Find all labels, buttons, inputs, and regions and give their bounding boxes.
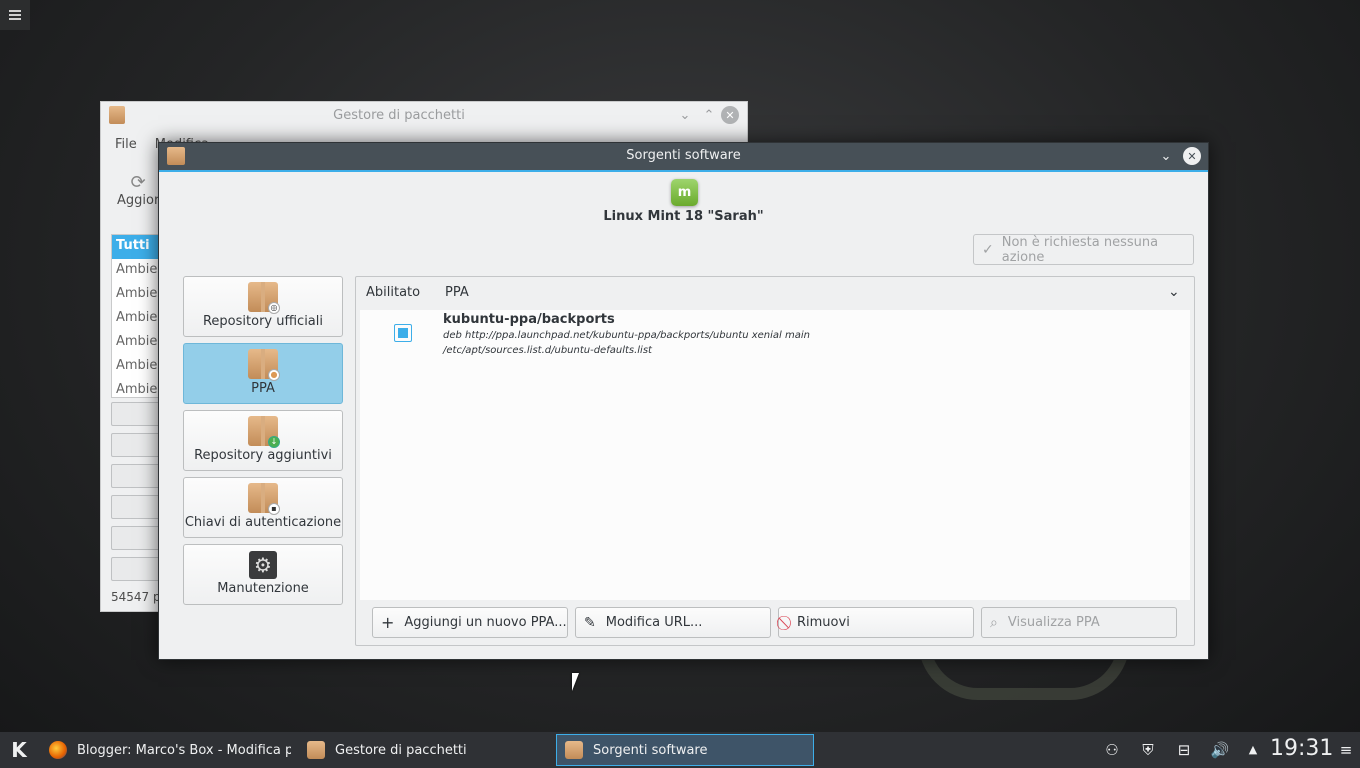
refresh-icon: ⟳ [130,172,146,193]
software-sources-dialog[interactable]: Sorgenti software ⌄ ✕ m Linux Mint 18 "S… [158,142,1209,660]
table-row[interactable]: kubuntu-ppa/backports deb http://ppa.lau… [360,310,1190,360]
minimize-icon[interactable]: ⌄ [1157,147,1175,165]
volume-icon[interactable]: 🔊 [1210,740,1230,760]
package-manager-titlebar[interactable]: Gestore di pacchetti ⌄ ⌃ ✕ [101,102,747,128]
kde-start-menu-icon[interactable]: K [6,736,32,764]
maintenance-gear-icon: ⚙ [249,551,277,579]
hamburger-icon [9,10,21,20]
task-label: Gestore di pacchetti [335,742,467,758]
edit-url-button[interactable]: ✎ Modifica URL... [575,607,771,638]
sidebar-item-official-repositories[interactable]: ◎ Repository ufficiali [183,276,343,337]
update-toolbar-button[interactable]: ⟳ Aggior [117,172,159,208]
remove-button[interactable]: ⃠ Rimuovi [778,607,974,638]
sidebar-item-label: Repository aggiuntivi [194,448,332,463]
update-label: Aggior [117,193,160,208]
ppa-deb-line: deb http://ppa.launchpad.net/kubuntu-ppa… [443,330,810,341]
panel-menu-icon[interactable]: ≡ [1336,740,1356,760]
chevron-down-icon[interactable]: ⌄ [1168,284,1180,300]
task-software-sources[interactable]: Sorgenti software [556,734,814,766]
remove-label: Rimuovi [797,615,850,630]
tray-expand-icon[interactable]: ▲ [1243,740,1263,760]
package-manager-icon [307,741,325,759]
ppa-name: kubuntu-ppa/backports [443,312,615,327]
linux-mint-logo-icon: m [671,179,698,206]
edit-url-label: Modifica URL... [605,615,703,630]
sidebar-item-authentication-keys[interactable]: ▪ Chiavi di autenticazione [183,477,343,538]
window-title: Gestore di pacchetti [333,107,465,123]
package-ppa-icon: ● [248,349,280,381]
ppa-panel: Abilitato PPA ⌄ kubuntu-ppa/backports de… [355,276,1195,646]
plus-icon: + [381,613,395,632]
task-label: Sorgenti software [593,742,708,758]
sidebar-item-additional-repositories[interactable]: ↓ Repository aggiuntivi [183,410,343,471]
package-manager-app-icon [109,106,125,124]
update-shield-icon[interactable]: ⛨ [1138,740,1158,760]
dialog-titlebar[interactable]: Sorgenti software ⌄ ✕ [159,143,1208,170]
menu-file[interactable]: File [115,137,137,152]
sidebar-item-ppa[interactable]: ● PPA [183,343,343,404]
task-package-manager[interactable]: Gestore di pacchetti [298,734,554,766]
enabled-checkbox[interactable] [394,324,412,342]
software-sources-icon [565,741,583,759]
no-action-label: Non è richiesta nessuna azione [1001,234,1159,265]
titlebar-accent-line [159,170,1208,172]
dialog-title: Sorgenti software [626,148,741,163]
minimize-icon[interactable]: ⌄ [673,108,697,123]
view-ppa-label: Visualizza PPA [1007,615,1100,630]
no-action-button: ✓ Non è richiesta nessuna azione [973,234,1194,265]
column-header-enabled[interactable]: Abilitato [366,285,420,300]
package-disc-icon: ◎ [248,282,280,314]
user-switch-icon[interactable]: ⚇ [1102,740,1122,760]
search-icon: ⌕ [990,614,998,631]
add-ppa-button[interactable]: + Aggiungi un nuovo PPA... [372,607,568,638]
close-icon[interactable]: ✕ [1183,147,1201,165]
sidebar-item-label: PPA [251,381,275,396]
distro-title: Linux Mint 18 "Sarah" [603,209,764,224]
view-ppa-button[interactable]: ⌕ Visualizza PPA [981,607,1177,638]
add-ppa-label: Aggiungi un nuovo PPA... [404,615,567,630]
task-label: Blogger: Marco's Box - Modifica pos [77,742,291,758]
sidebar-item-maintenance[interactable]: ⚙ Manutenzione [183,544,343,605]
sidebar-item-label: Chiavi di autenticazione [184,515,342,530]
task-firefox[interactable]: Blogger: Marco's Box - Modifica pos [40,734,292,766]
desktop-menu-button[interactable] [0,0,30,30]
taskbar: K Blogger: Marco's Box - Modifica pos Ge… [0,732,1360,768]
maximize-icon[interactable]: ⌃ [697,108,721,123]
sidebar-item-label: Repository ufficiali [202,314,323,329]
table-header: Abilitato PPA ⌄ [356,277,1194,310]
network-icon[interactable]: ⊟ [1174,740,1194,760]
ppa-list[interactable]: kubuntu-ppa/backports deb http://ppa.lau… [360,310,1190,600]
column-header-ppa[interactable]: PPA [445,285,469,300]
checkmark-icon: ✓ [982,241,994,258]
clock[interactable]: 19:31 [1270,736,1333,761]
ppa-source-file: /etc/apt/sources.list.d/ubuntu-defaults.… [443,345,652,356]
sidebar-item-label: Manutenzione [217,581,309,596]
package-add-icon: ↓ [248,416,280,448]
firefox-icon [49,741,67,759]
mouse-cursor [572,673,579,691]
pencil-icon: ✎ [584,614,596,631]
close-icon[interactable]: ✕ [721,106,739,124]
package-key-icon: ▪ [248,483,280,515]
